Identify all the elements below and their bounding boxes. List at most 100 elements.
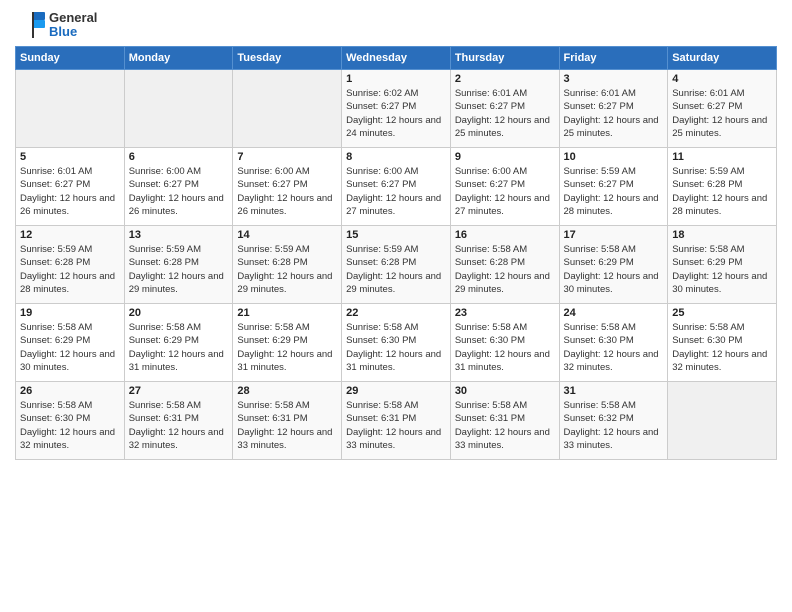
day-info: Sunset: 6:30 PM bbox=[455, 334, 555, 347]
day-info: Sunset: 6:27 PM bbox=[237, 178, 337, 191]
header-sunday: Sunday bbox=[16, 47, 125, 70]
day-info: Sunrise: 6:00 AM bbox=[237, 165, 337, 178]
day-info: Sunrise: 5:58 AM bbox=[455, 399, 555, 412]
day-info: Daylight: 12 hours and 25 minutes. bbox=[564, 114, 664, 141]
day-info: Daylight: 12 hours and 32 minutes. bbox=[20, 426, 120, 453]
day-info: Sunrise: 5:58 AM bbox=[346, 321, 446, 334]
cell-week1-day1 bbox=[124, 70, 233, 148]
week-row-4: 19Sunrise: 5:58 AMSunset: 6:29 PMDayligh… bbox=[16, 304, 777, 382]
cell-week5-day0: 26 Sunrise: 5:58 AMSunset: 6:30 PMDayligh… bbox=[16, 382, 125, 460]
logo: General Blue bbox=[15, 10, 97, 40]
page-container: General Blue SundayMondayTuesdayWednesda… bbox=[0, 0, 792, 470]
cell-week2-day2: 7Sunrise: 6:00 AMSunset: 6:27 PMDaylight… bbox=[233, 148, 342, 226]
cell-week3-day5: 17Sunrise: 5:58 AMSunset: 6:29 PMDayligh… bbox=[559, 226, 668, 304]
day-info: Sunset: 6:27 PM bbox=[455, 178, 555, 191]
day-info: Sunrise: 5:58 AM bbox=[564, 399, 664, 412]
day-info: Sunset: 6:27 PM bbox=[346, 100, 446, 113]
day-info: Sunset: 6:27 PM bbox=[564, 100, 664, 113]
day-info: Sunrise: 6:01 AM bbox=[455, 87, 555, 100]
day-info: Sunrise: 5:58 AM bbox=[672, 243, 772, 256]
day-number: 22 bbox=[346, 307, 446, 319]
day-number: 27 bbox=[129, 385, 229, 397]
calendar-table: SundayMondayTuesdayWednesdayThursdayFrid… bbox=[15, 46, 777, 460]
day-info: Daylight: 12 hours and 33 minutes. bbox=[564, 426, 664, 453]
week-row-5: 26Sunrise: 5:58 AMSunset: 6:30 PMDayligh… bbox=[16, 382, 777, 460]
day-info: Daylight: 12 hours and 28 minutes. bbox=[564, 192, 664, 219]
day-number: 4 bbox=[672, 73, 772, 85]
day-info: Sunrise: 6:00 AM bbox=[129, 165, 229, 178]
day-info: Sunrise: 6:01 AM bbox=[20, 165, 120, 178]
day-info: Sunset: 6:27 PM bbox=[672, 100, 772, 113]
day-info: Sunset: 6:30 PM bbox=[20, 412, 120, 425]
day-info: Daylight: 12 hours and 26 minutes. bbox=[20, 192, 120, 219]
day-info: Sunset: 6:29 PM bbox=[237, 334, 337, 347]
header-monday: Monday bbox=[124, 47, 233, 70]
day-number: 13 bbox=[129, 229, 229, 241]
week-row-1: 1Sunrise: 6:02 AMSunset: 6:27 PMDaylight… bbox=[16, 70, 777, 148]
cell-week2-day3: 8Sunrise: 6:00 AMSunset: 6:27 PMDaylight… bbox=[342, 148, 451, 226]
day-number: 1 bbox=[346, 73, 446, 85]
day-number: 23 bbox=[455, 307, 555, 319]
calendar-header-row: SundayMondayTuesdayWednesdayThursdayFrid… bbox=[16, 47, 777, 70]
day-info: Daylight: 12 hours and 25 minutes. bbox=[672, 114, 772, 141]
day-info: Daylight: 12 hours and 29 minutes. bbox=[455, 270, 555, 297]
cell-week1-day2 bbox=[233, 70, 342, 148]
day-number: 9 bbox=[455, 151, 555, 163]
header: General Blue bbox=[15, 10, 777, 40]
cell-week4-day5: 24Sunrise: 5:58 AMSunset: 6:30 PMDayligh… bbox=[559, 304, 668, 382]
cell-week3-day6: 18Sunrise: 5:58 AMSunset: 6:29 PMDayligh… bbox=[668, 226, 777, 304]
day-info: Sunset: 6:31 PM bbox=[129, 412, 229, 425]
day-number: 17 bbox=[564, 229, 664, 241]
day-number: 24 bbox=[564, 307, 664, 319]
day-info: Sunset: 6:32 PM bbox=[564, 412, 664, 425]
day-number: 12 bbox=[20, 229, 120, 241]
day-info: Sunset: 6:27 PM bbox=[129, 178, 229, 191]
day-info: Sunset: 6:31 PM bbox=[346, 412, 446, 425]
day-info: Sunrise: 5:58 AM bbox=[20, 399, 120, 412]
header-thursday: Thursday bbox=[450, 47, 559, 70]
day-info: Daylight: 12 hours and 32 minutes. bbox=[672, 348, 772, 375]
header-tuesday: Tuesday bbox=[233, 47, 342, 70]
cell-week4-day2: 21Sunrise: 5:58 AMSunset: 6:29 PMDayligh… bbox=[233, 304, 342, 382]
day-info: Sunrise: 5:59 AM bbox=[346, 243, 446, 256]
day-number: 5 bbox=[20, 151, 120, 163]
cell-week4-day1: 20Sunrise: 5:58 AMSunset: 6:29 PMDayligh… bbox=[124, 304, 233, 382]
cell-week3-day0: 12Sunrise: 5:59 AMSunset: 6:28 PMDayligh… bbox=[16, 226, 125, 304]
day-info: Sunrise: 5:59 AM bbox=[672, 165, 772, 178]
day-info: Sunset: 6:28 PM bbox=[455, 256, 555, 269]
day-info: Daylight: 12 hours and 27 minutes. bbox=[455, 192, 555, 219]
day-info: Sunrise: 5:59 AM bbox=[20, 243, 120, 256]
day-info: Daylight: 12 hours and 31 minutes. bbox=[129, 348, 229, 375]
day-info: Sunrise: 5:58 AM bbox=[20, 321, 120, 334]
day-info: Daylight: 12 hours and 24 minutes. bbox=[346, 114, 446, 141]
cell-week3-day3: 15Sunrise: 5:59 AMSunset: 6:28 PMDayligh… bbox=[342, 226, 451, 304]
day-number: 26 bbox=[20, 385, 120, 397]
day-info: Sunrise: 6:01 AM bbox=[564, 87, 664, 100]
day-info: Daylight: 12 hours and 30 minutes. bbox=[20, 348, 120, 375]
cell-week3-day2: 14Sunrise: 5:59 AMSunset: 6:28 PMDayligh… bbox=[233, 226, 342, 304]
day-info: Daylight: 12 hours and 29 minutes. bbox=[237, 270, 337, 297]
cell-week3-day1: 13Sunrise: 5:59 AMSunset: 6:28 PMDayligh… bbox=[124, 226, 233, 304]
day-info: Sunset: 6:31 PM bbox=[237, 412, 337, 425]
day-info: Daylight: 12 hours and 33 minutes. bbox=[455, 426, 555, 453]
cell-week1-day4: 2Sunrise: 6:01 AMSunset: 6:27 PMDaylight… bbox=[450, 70, 559, 148]
day-info: Daylight: 12 hours and 29 minutes. bbox=[346, 270, 446, 297]
day-info: Sunrise: 5:58 AM bbox=[564, 321, 664, 334]
day-info: Sunrise: 5:58 AM bbox=[564, 243, 664, 256]
logo-blue: Blue bbox=[49, 25, 97, 39]
week-row-3: 12Sunrise: 5:59 AMSunset: 6:28 PMDayligh… bbox=[16, 226, 777, 304]
day-info: Daylight: 12 hours and 30 minutes. bbox=[672, 270, 772, 297]
day-info: Sunrise: 5:59 AM bbox=[564, 165, 664, 178]
day-info: Sunrise: 5:58 AM bbox=[129, 399, 229, 412]
day-info: Daylight: 12 hours and 31 minutes. bbox=[455, 348, 555, 375]
header-friday: Friday bbox=[559, 47, 668, 70]
day-info: Sunrise: 5:59 AM bbox=[237, 243, 337, 256]
day-number: 25 bbox=[672, 307, 772, 319]
day-info: Daylight: 12 hours and 29 minutes. bbox=[129, 270, 229, 297]
cell-week1-day5: 3Sunrise: 6:01 AMSunset: 6:27 PMDaylight… bbox=[559, 70, 668, 148]
day-number: 6 bbox=[129, 151, 229, 163]
day-number: 28 bbox=[237, 385, 337, 397]
cell-week5-day6 bbox=[668, 382, 777, 460]
cell-week3-day4: 16Sunrise: 5:58 AMSunset: 6:28 PMDayligh… bbox=[450, 226, 559, 304]
cell-week2-day1: 6Sunrise: 6:00 AMSunset: 6:27 PMDaylight… bbox=[124, 148, 233, 226]
